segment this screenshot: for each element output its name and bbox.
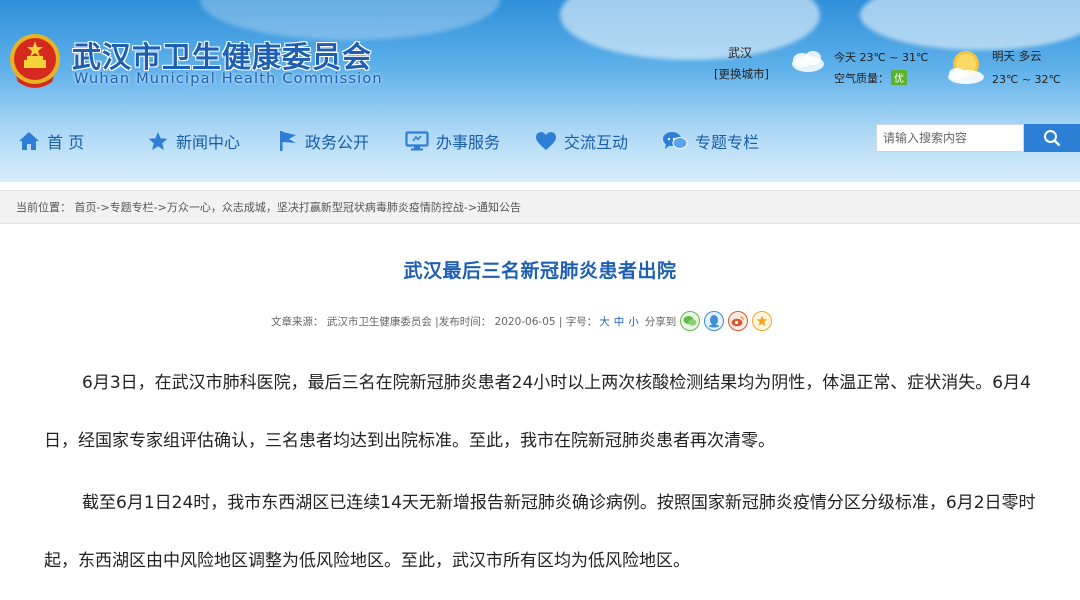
article-paragraph: 截至6月1日24时，我市东西湖区已连续14天无新增报告新冠肺炎确诊病例。按照国家… bbox=[44, 493, 1036, 571]
nav-label: 新闻中心 bbox=[176, 133, 241, 152]
chat-icon bbox=[663, 132, 688, 149]
weather-today: 今天 23℃ ~ 31℃ bbox=[834, 51, 929, 64]
font-size-small[interactable]: 小 bbox=[628, 314, 639, 329]
weibo-icon bbox=[731, 316, 744, 327]
flag-icon bbox=[280, 131, 296, 151]
search-button[interactable] bbox=[1024, 124, 1080, 152]
cloud-decoration bbox=[560, 0, 820, 60]
cloud-decoration bbox=[860, 0, 1080, 50]
aqi-badge: 优 bbox=[891, 70, 907, 85]
qzone-star-icon bbox=[756, 315, 768, 326]
weather-tomorrow: 明天 多云 bbox=[992, 49, 1042, 63]
star-icon bbox=[148, 132, 168, 150]
breadcrumb-label: 当前位置： bbox=[16, 201, 71, 214]
air-quality: 空气质量：优 bbox=[834, 70, 907, 86]
search-icon bbox=[1044, 130, 1061, 147]
search-input[interactable]: 请输入搜索内容 bbox=[876, 124, 1024, 152]
font-size-medium[interactable]: 中 bbox=[614, 314, 625, 329]
aqi-label: 空气质量： bbox=[834, 72, 889, 85]
nav-item-topics[interactable]: 专题专栏 bbox=[662, 122, 759, 160]
current-city: 武汉 bbox=[728, 46, 753, 60]
nav-item-interaction[interactable]: 交流互动 bbox=[535, 122, 628, 160]
nav-item-home[interactable]: 首 页 bbox=[18, 122, 84, 160]
article-source-date: 文章来源： 武汉市卫生健康委员会 |发布时间： 2020-06-05 | 字号： bbox=[271, 315, 598, 328]
sun-cloud-icon bbox=[948, 51, 984, 84]
main-nav: 首 页 新闻中心 政务公开 办事服务 交流互动 专题专栏 bbox=[0, 122, 870, 160]
nav-label: 政务公开 bbox=[305, 133, 370, 152]
qzone-share-icon[interactable] bbox=[752, 311, 773, 331]
national-emblem-icon bbox=[10, 34, 60, 88]
breadcrumb-path[interactable]: 首页->专题专栏->万众一心，众志成城，坚决打赢新型冠状病毒肺炎疫情防控战->通… bbox=[75, 201, 522, 214]
breadcrumb: 当前位置： 首页->专题专栏->万众一心，众志成城，坚决打赢新型冠状病毒肺炎疫情… bbox=[0, 190, 1080, 224]
home-icon bbox=[19, 132, 39, 150]
monitor-icon bbox=[405, 131, 429, 151]
nav-label: 首 页 bbox=[47, 133, 85, 152]
nav-label: 交流互动 bbox=[564, 133, 629, 152]
nav-item-news[interactable]: 新闻中心 bbox=[147, 122, 240, 160]
change-city-link[interactable]: [更换城市] bbox=[714, 66, 769, 82]
nav-label: 专题专栏 bbox=[695, 133, 760, 152]
tomorrow-temperature: 23℃ ~ 32℃ bbox=[992, 73, 1061, 86]
site-title[interactable]: 武汉市卫生健康委员会 bbox=[72, 34, 372, 76]
site-subtitle: Wuhan Municipal Health Commission bbox=[74, 71, 383, 87]
weibo-share-icon[interactable] bbox=[728, 311, 749, 331]
article-paragraph: 6月3日，在武汉市肺科医院，最后三名在院新冠肺炎患者24小时以上两次核酸检测结果… bbox=[44, 373, 1031, 451]
nav-item-government[interactable]: 政务公开 bbox=[278, 122, 369, 160]
heart-icon bbox=[536, 132, 556, 150]
qq-icon bbox=[709, 315, 720, 328]
wechat-share-icon[interactable] bbox=[680, 311, 701, 331]
qq-share-icon[interactable] bbox=[704, 311, 725, 331]
article-title: 武汉最后三名新冠肺炎患者出院 bbox=[403, 260, 677, 282]
wechat-icon bbox=[683, 316, 697, 326]
nav-item-services[interactable]: 办事服务 bbox=[405, 122, 500, 160]
font-size-large[interactable]: 大 bbox=[599, 314, 610, 329]
share-label: 分享到 bbox=[644, 315, 677, 328]
cloudy-weather-icon bbox=[792, 51, 824, 72]
site-header: 武汉市卫生健康委员会 Wuhan Municipal Health Commis… bbox=[0, 0, 1080, 182]
article-meta: 文章来源： 武汉市卫生健康委员会 |发布时间： 2020-06-05 | 字号：… bbox=[271, 310, 773, 332]
nav-label: 办事服务 bbox=[436, 133, 501, 152]
